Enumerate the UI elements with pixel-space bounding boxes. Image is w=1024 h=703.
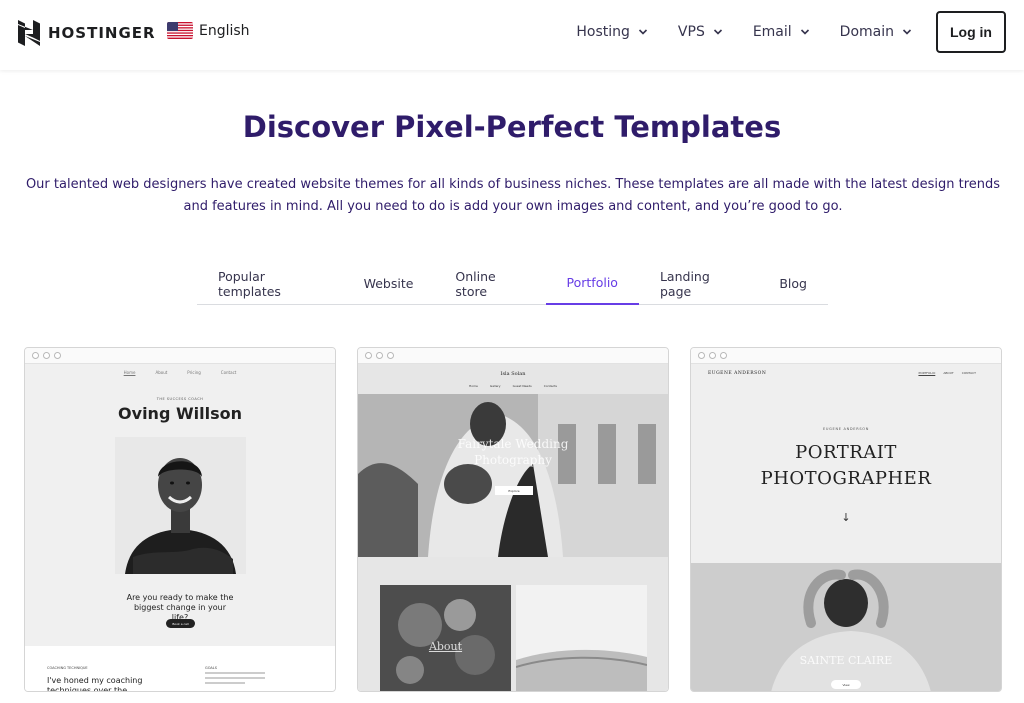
template-preview: EUGENE ANDERSON PORTFOLIO ABOUT CONTACT … — [691, 364, 1001, 691]
nav-vps-label: VPS — [677, 24, 705, 40]
template-card-coach[interactable]: Home About Pricing Contact THE SUCCESS C… — [24, 347, 336, 692]
template-card-portrait[interactable]: EUGENE ANDERSON PORTFOLIO ABOUT CONTACT … — [690, 347, 1002, 692]
preview-tagline: THE SUCCESS COACH — [156, 397, 204, 401]
window-dot — [365, 352, 372, 359]
preview-nav-item: Guest Needs — [512, 384, 532, 388]
wedding-hero-image: Isla Solan Home Gallery Guest Needs Cont… — [358, 364, 668, 557]
window-dot — [32, 352, 39, 359]
nav-hosting[interactable]: Hosting — [576, 24, 648, 40]
preview-nav-item: Pricing — [187, 370, 201, 375]
preview-brand: EUGENE ANDERSON — [708, 371, 767, 376]
hostinger-logo[interactable]: HOSTINGER — [18, 20, 156, 46]
preview-about-link: About — [428, 640, 463, 653]
preview-nav-item: About — [155, 370, 168, 375]
preview-kicker: EUGENE ANDERSON — [822, 427, 870, 431]
preview-cta-button: Explore — [495, 486, 533, 495]
coach-portrait-illustration — [115, 437, 246, 574]
preview-lower-section: COACHING TECHNIQUE GOALS I've honed my c… — [25, 646, 335, 692]
chevron-down-icon — [638, 29, 647, 35]
chevron-down-icon — [800, 29, 809, 35]
preview-name: Oving Willson — [118, 404, 242, 423]
preview-title: PORTRAIT PHOTOGRAPHER — [760, 442, 932, 489]
page-title: Discover Pixel-Perfect Templates — [242, 110, 782, 144]
browser-frame-bar — [691, 348, 1001, 364]
brand-name: HOSTINGER — [48, 24, 156, 42]
preview-nav-item: Gallery — [489, 384, 501, 388]
portrait-image — [691, 563, 1001, 691]
hostinger-logo-icon — [18, 20, 40, 46]
site-header: HOSTINGER English Hosting VPS Email Doma… — [0, 0, 1024, 70]
preview-lower-section: About — [358, 557, 668, 691]
tab-popular-templates[interactable]: Popular templates — [197, 262, 343, 305]
portrait-illustration — [691, 563, 1001, 691]
coach-portrait-image — [115, 437, 246, 574]
window-dot — [54, 352, 61, 359]
tab-website[interactable]: Website — [343, 262, 435, 305]
preview-section-text: I've honed my coaching techniques over t… — [47, 676, 143, 692]
preview-section-label: COACHING TECHNIQUE — [47, 666, 88, 670]
chevron-down-icon — [902, 29, 912, 35]
preview-section-label: GOALS — [205, 666, 217, 670]
bouquet-image: About — [380, 585, 511, 691]
nav-domain[interactable]: Domain — [840, 24, 912, 40]
arrow-down-icon: ↓ — [841, 511, 851, 524]
interior-illustration — [516, 585, 647, 691]
preview-cta-button: View — [831, 680, 861, 689]
tab-online-store[interactable]: Online store — [434, 262, 545, 305]
preview-nav: PORTFOLIO ABOUT CONTACT — [918, 371, 976, 375]
bouquet-illustration — [380, 585, 511, 691]
preview-nav-item: Home — [123, 370, 136, 375]
preview-text-lines — [205, 672, 265, 687]
chevron-down-icon — [713, 29, 722, 35]
template-preview: Isla Solan Home Gallery Guest Needs Cont… — [358, 364, 668, 691]
nav-email-label: Email — [752, 24, 792, 40]
page-subtitle: Our talented web designers have created … — [25, 177, 1001, 214]
us-flag-icon — [167, 22, 193, 39]
preview-brand: Isla Solan — [500, 371, 526, 377]
language-label: English — [199, 22, 250, 39]
preview-nav: Home About Pricing Contact — [25, 370, 335, 375]
preview-caption: SAINTE CLAIRE — [799, 654, 893, 667]
preview-nav-item: CONTACT — [961, 371, 976, 375]
template-preview: Home About Pricing Contact THE SUCCESS C… — [25, 364, 335, 692]
preview-cta-button: Book a call — [166, 619, 195, 628]
template-category-tabs: Popular templates Website Online store P… — [197, 262, 828, 305]
window-dot — [376, 352, 383, 359]
login-button[interactable]: Log in — [936, 11, 1006, 53]
preview-nav-item: Home — [469, 384, 478, 388]
template-card-wedding[interactable]: Isla Solan Home Gallery Guest Needs Cont… — [357, 347, 669, 692]
tab-landing-page[interactable]: Landing page — [639, 262, 758, 305]
window-dot — [709, 352, 716, 359]
preview-title: Fairytale Wedding Photography — [457, 437, 569, 467]
nav-hosting-label: Hosting — [576, 24, 630, 40]
nav-vps[interactable]: VPS — [678, 24, 723, 40]
main-nav: Hosting VPS Email Domain Log in — [546, 11, 1006, 53]
nav-email[interactable]: Email — [753, 24, 810, 40]
nav-domain-label: Domain — [839, 24, 894, 40]
window-dot — [698, 352, 705, 359]
preview-nav-item: PORTFOLIO — [918, 371, 936, 375]
window-dot — [43, 352, 50, 359]
tab-portfolio[interactable]: Portfolio — [545, 262, 639, 305]
preview-nav-item: Contacts — [543, 384, 557, 388]
preview-nav: Home Gallery Guest Needs Contacts — [358, 384, 668, 388]
language-selector[interactable]: English — [167, 22, 250, 39]
browser-frame-bar — [358, 348, 668, 364]
interior-image — [516, 585, 647, 691]
preview-nav-item: ABOUT — [943, 371, 954, 375]
tab-blog[interactable]: Blog — [758, 262, 828, 305]
window-dot — [387, 352, 394, 359]
window-dot — [720, 352, 727, 359]
preview-nav-item: Contact — [220, 370, 237, 375]
browser-frame-bar — [25, 348, 335, 364]
